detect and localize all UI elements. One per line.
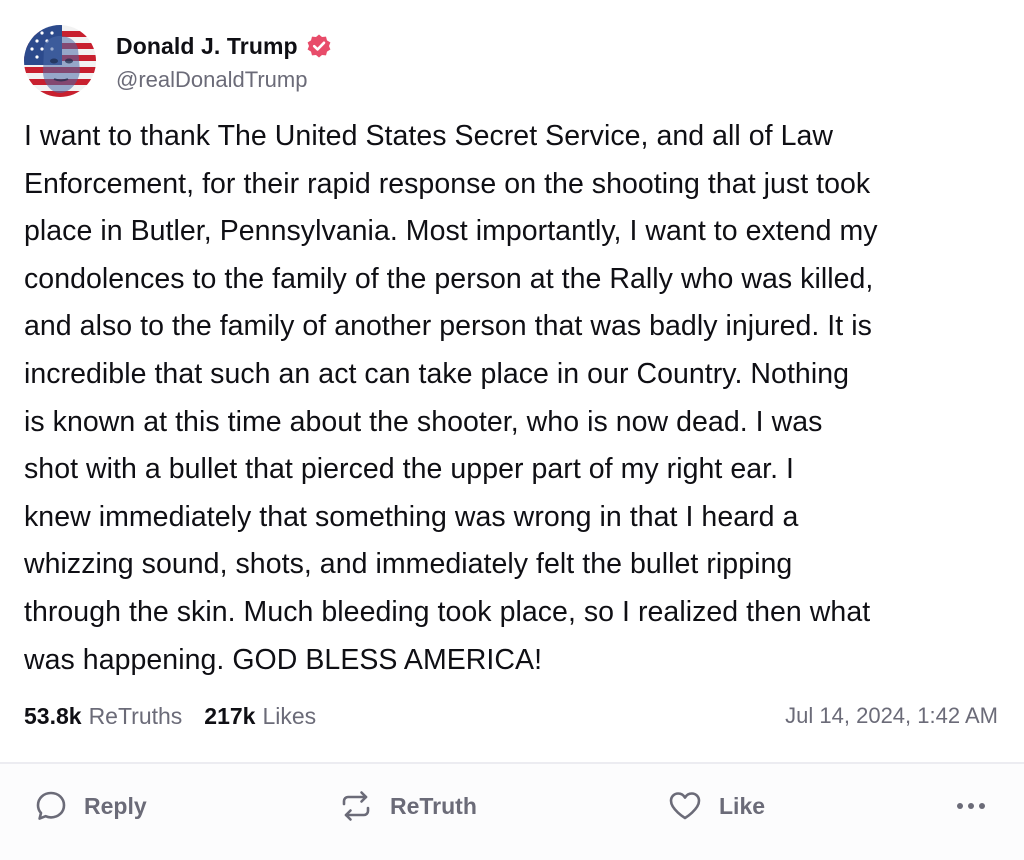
avatar[interactable] <box>24 25 96 97</box>
like-button[interactable]: Like <box>667 786 765 826</box>
repost-arrows-icon <box>338 788 374 824</box>
post-line: was happening. GOD BLESS AMERICA! <box>24 643 543 676</box>
speech-bubble-icon <box>34 789 68 823</box>
display-name[interactable]: Donald J. Trump <box>116 33 298 60</box>
post-line: Enforcement, for their rapid response on… <box>24 167 871 200</box>
name-row: Donald J. Trump <box>116 29 332 63</box>
handle[interactable]: @realDonaldTrump <box>116 67 332 93</box>
post-timestamp[interactable]: Jul 14, 2024, 1:42 AM <box>785 698 998 734</box>
retruths-stat[interactable]: 53.8k ReTruths <box>24 703 182 730</box>
retruths-count: 53.8k <box>24 702 82 729</box>
more-options-button[interactable] <box>954 786 988 826</box>
reply-button[interactable]: Reply <box>34 786 147 826</box>
like-label: Like <box>719 792 766 819</box>
likes-stat[interactable]: 217k Likes <box>204 703 316 730</box>
retruth-label: ReTruth <box>390 792 477 819</box>
more-dots-icon <box>954 789 988 823</box>
action-bar: Reply ReTruth Like <box>0 764 1024 860</box>
post-line: incredible that such an act can take pla… <box>24 357 849 390</box>
post-line: is known at this time about the shooter,… <box>24 405 823 438</box>
post-line: whizzing sound, shots, and immediately f… <box>24 548 793 581</box>
verified-badge-icon <box>306 33 332 59</box>
likes-count: 217k <box>204 702 256 729</box>
post-line: I want to thank The United States Secret… <box>24 120 834 152</box>
post-line: knew immediately that something was wron… <box>24 500 799 533</box>
post-line: shot with a bullet that pierced the uppe… <box>24 453 795 486</box>
post-line: condolences to the family of the person … <box>24 262 874 295</box>
avatar-image <box>24 25 96 97</box>
post-line: and also to the family of another person… <box>24 310 872 343</box>
reply-label: Reply <box>84 792 147 819</box>
post-header: Donald J. Trump @realDonaldTrump <box>24 24 332 98</box>
truth-post: Donald J. Trump @realDonaldTrump I want … <box>0 0 1024 860</box>
engagement-stats: 53.8k ReTruths 217k Likes <box>24 698 338 734</box>
heart-icon <box>667 788 703 824</box>
post-line: place in Butler, Pennsylvania. Most impo… <box>24 215 878 248</box>
post-line: through the skin. Much bleeding took pla… <box>24 595 871 628</box>
author-info: Donald J. Trump @realDonaldTrump <box>116 29 332 93</box>
retruth-button[interactable]: ReTruth <box>338 786 477 826</box>
retruths-label: ReTruths <box>88 702 183 729</box>
likes-label: Likes <box>262 702 317 729</box>
post-body: I want to thank The United States Secret… <box>24 113 1009 684</box>
